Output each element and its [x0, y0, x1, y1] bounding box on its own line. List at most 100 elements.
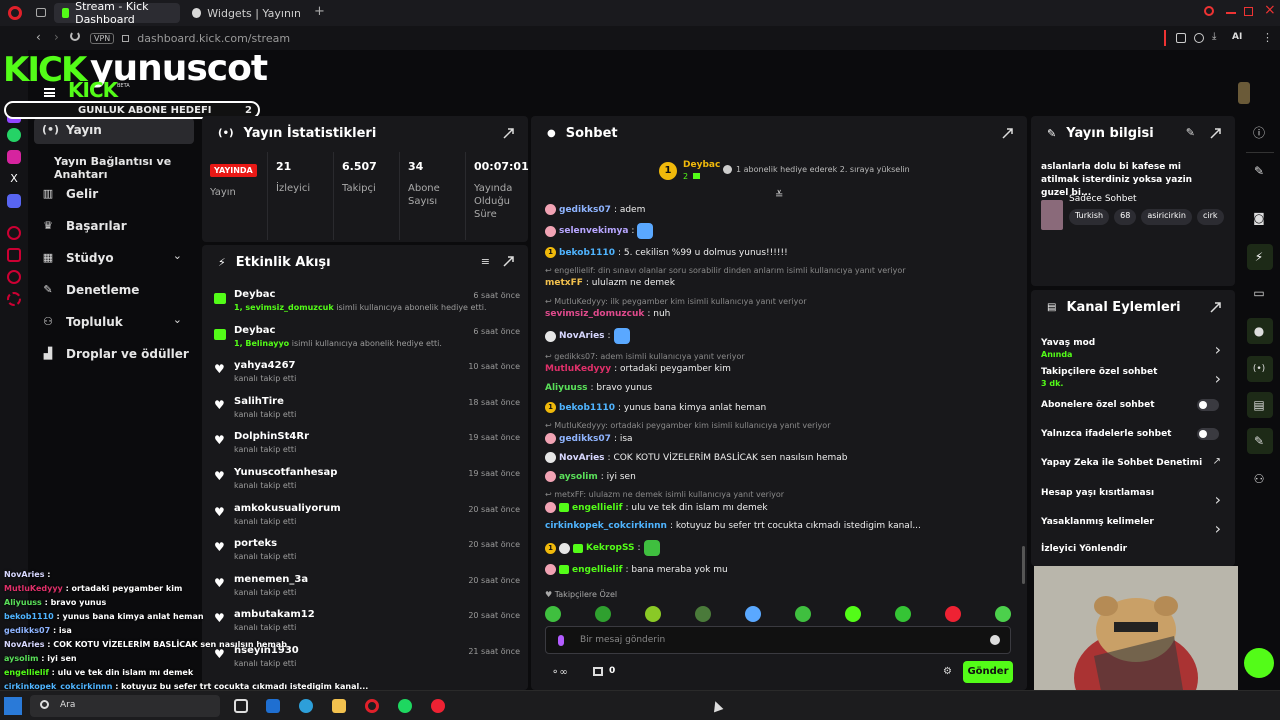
edge-icon[interactable]	[299, 699, 313, 713]
task-view-icon[interactable]	[234, 699, 248, 713]
menu-icon[interactable]: ⋮	[1262, 31, 1273, 44]
nav-item-community[interactable]: ⚇ Topluluk	[42, 315, 123, 329]
minimize-icon[interactable]	[1226, 12, 1236, 14]
channel-points-icon[interactable]: ⚬∞	[551, 667, 568, 678]
spotify-icon[interactable]	[398, 699, 412, 713]
discord-icon[interactable]	[7, 194, 21, 208]
chat-username[interactable]: MutluKedyyy	[545, 364, 611, 374]
chat-icon[interactable]: ●	[1252, 324, 1266, 338]
emote-picker-icon[interactable]	[595, 606, 611, 622]
ai-button[interactable]: AI	[1232, 32, 1242, 42]
chat-username[interactable]: KekropSS	[586, 543, 635, 553]
outlook-icon[interactable]	[266, 699, 280, 713]
chevron-right-icon[interactable]: ›	[1215, 369, 1221, 388]
chevron-down-icon[interactable]: ⌄	[173, 249, 182, 262]
chat-message[interactable]: engellielif: ulu ve tek din islam mı dem…	[545, 502, 768, 513]
chat-username[interactable]: bekob1110	[559, 403, 615, 413]
chat-message[interactable]: gedikks07: adem	[545, 204, 645, 215]
expand-icon[interactable]	[1210, 128, 1221, 139]
windows-start-icon[interactable]	[4, 697, 22, 715]
chat-message[interactable]: cirkinkopek_cokcirkinnn: kotuyuz bu sefe…	[545, 521, 921, 531]
activity-item[interactable]: Deybac 1, sevimsiz_domuzcuk isimli kullan…	[214, 289, 520, 323]
chat-username[interactable]: gedikks07	[559, 205, 611, 215]
edit-icon[interactable]: ✎	[1186, 126, 1195, 139]
emote-picker-icon[interactable]	[995, 606, 1011, 622]
actions-icon[interactable]: ▤	[1252, 398, 1266, 412]
emote-picker-icon[interactable]	[745, 606, 761, 622]
chat-username[interactable]: cirkinkopek_cokcirkinnn	[545, 521, 667, 531]
close-icon[interactable]: ×	[1264, 2, 1276, 18]
user-avatar[interactable]	[1238, 82, 1250, 104]
chat-message[interactable]: sevimsiz_domuzcuk: nuh	[545, 309, 670, 319]
download-icon[interactable]: ⤓	[1212, 31, 1216, 42]
player-icon[interactable]	[7, 270, 21, 284]
activity-item[interactable]: ♥ amkokusualiyorum kanalı takip etti 20 saa…	[214, 503, 520, 537]
chat-username[interactable]: bekob1110	[559, 248, 615, 258]
pinned-leaderboard[interactable]: 1 Deybac 2 1 abonelik hediye ederek 2. s…	[659, 160, 919, 182]
hamburger-menu-icon[interactable]	[44, 88, 55, 97]
tab-widgets[interactable]: Widgets | Yayının güçlend	[184, 3, 308, 23]
emoji-picker-icon[interactable]	[990, 635, 1000, 645]
wrench-icon[interactable]: ✎	[1252, 434, 1266, 448]
bolt-icon[interactable]: ⚡	[1252, 250, 1266, 264]
camera-icon[interactable]: ◙	[1252, 211, 1266, 225]
external-link-icon[interactable]: ↗	[1213, 456, 1221, 467]
chevron-right-icon[interactable]: ›	[1215, 490, 1221, 509]
opera-icon[interactable]	[365, 699, 379, 713]
nav-item-moderation[interactable]: ✎ Denetleme	[42, 283, 139, 297]
channel-action-row[interactable]: Hesap yaşı kısıtlaması	[1041, 488, 1221, 498]
send-button[interactable]: Gönder	[963, 661, 1013, 683]
activity-item[interactable]: ♥ yahya4267 kanalı takip etti 10 saat önce	[214, 360, 520, 394]
activity-item[interactable]: ♥ Yunuscotfanhesap kanalı takip etti 19 saa…	[214, 467, 520, 501]
activity-item[interactable]: Deybac 1, Belinayyo isimli kullanıcıya ab…	[214, 325, 520, 359]
back-icon[interactable]: ‹	[36, 30, 41, 44]
channel-action-row[interactable]: Yalnızca ifadelerle sohbet	[1041, 429, 1221, 439]
emote-picker-icon[interactable]	[695, 606, 711, 622]
channel-action-row[interactable]: Yapay Zeka ile Sohbet Denetimi	[1041, 458, 1221, 468]
chat-username[interactable]: NovAries	[559, 331, 605, 341]
emote-picker-icon[interactable]	[545, 606, 561, 622]
activity-item[interactable]: ♥ DolphinSt4Rr kanalı takip etti 19 saat ön…	[214, 431, 520, 465]
chat-message[interactable]: 1 bekob1110: 5. cekilisn %99 u dolmus yun…	[545, 247, 788, 258]
nav-item-stream[interactable]: (•) Yayın	[42, 123, 102, 137]
taskbar-search[interactable]: Ara	[30, 695, 220, 717]
community-icon[interactable]: ⚇	[1252, 472, 1266, 486]
chevron-down-icon[interactable]: ⌄	[173, 313, 182, 326]
chat-message[interactable]: Aliyuuss: bravo yunus	[545, 383, 652, 393]
support-chat-button[interactable]	[1244, 648, 1274, 678]
chat-settings-icon[interactable]: ⚙	[943, 666, 952, 677]
filter-icon[interactable]: ≡	[481, 255, 490, 268]
tag-chip[interactable]: 68	[1114, 209, 1137, 225]
expand-icon[interactable]	[1210, 302, 1221, 313]
tag-chip[interactable]: cirk	[1196, 209, 1224, 225]
chat-input[interactable]: Bir mesaj gönderin	[545, 626, 1011, 654]
gift-box-icon[interactable]	[593, 667, 603, 676]
document-icon[interactable]: ▭	[1252, 286, 1266, 300]
chat-username[interactable]: engellielif	[572, 565, 623, 575]
chat-message[interactable]: selenvekimya:	[545, 223, 654, 239]
opera-logo-icon[interactable]	[8, 6, 22, 20]
mic-icon[interactable]	[558, 635, 564, 646]
info-icon[interactable]: ⓘ	[1252, 126, 1266, 140]
chat-message[interactable]: MutluKedyyy: ortadaki peygamber kim	[545, 364, 731, 374]
chat-username[interactable]: sevimsiz_domuzcuk	[545, 309, 644, 319]
search-tabs-icon[interactable]	[1204, 6, 1214, 16]
chat-username[interactable]: metxFF	[545, 278, 583, 288]
channel-action-row[interactable]: Yavaş mod Anında	[1041, 338, 1221, 359]
history-icon[interactable]	[7, 226, 21, 240]
expand-icon[interactable]	[503, 128, 514, 139]
chat-message[interactable]: 1 KekropSS:	[545, 540, 660, 556]
whatsapp-icon[interactable]	[7, 128, 21, 142]
tab-kick-dashboard[interactable]: Stream - Kick Dashboard	[54, 0, 180, 26]
reload-icon[interactable]	[70, 31, 80, 41]
file-explorer-icon[interactable]	[332, 699, 346, 713]
nav-item-studio[interactable]: ▦ Stüdyo	[42, 251, 114, 265]
tab-list-icon[interactable]	[36, 8, 46, 17]
chat-message[interactable]: metxFF: ululazm ne demek	[545, 278, 675, 288]
obs-icon[interactable]	[431, 699, 445, 713]
emote-picker-icon[interactable]	[895, 606, 911, 622]
chat-message[interactable]: NovAries:	[545, 328, 630, 344]
activity-item[interactable]: ♥ SalihTire kanalı takip etti 18 saat önce	[214, 396, 520, 430]
emote-picker-icon[interactable]	[845, 606, 861, 622]
forward-icon[interactable]: ›	[54, 30, 59, 44]
